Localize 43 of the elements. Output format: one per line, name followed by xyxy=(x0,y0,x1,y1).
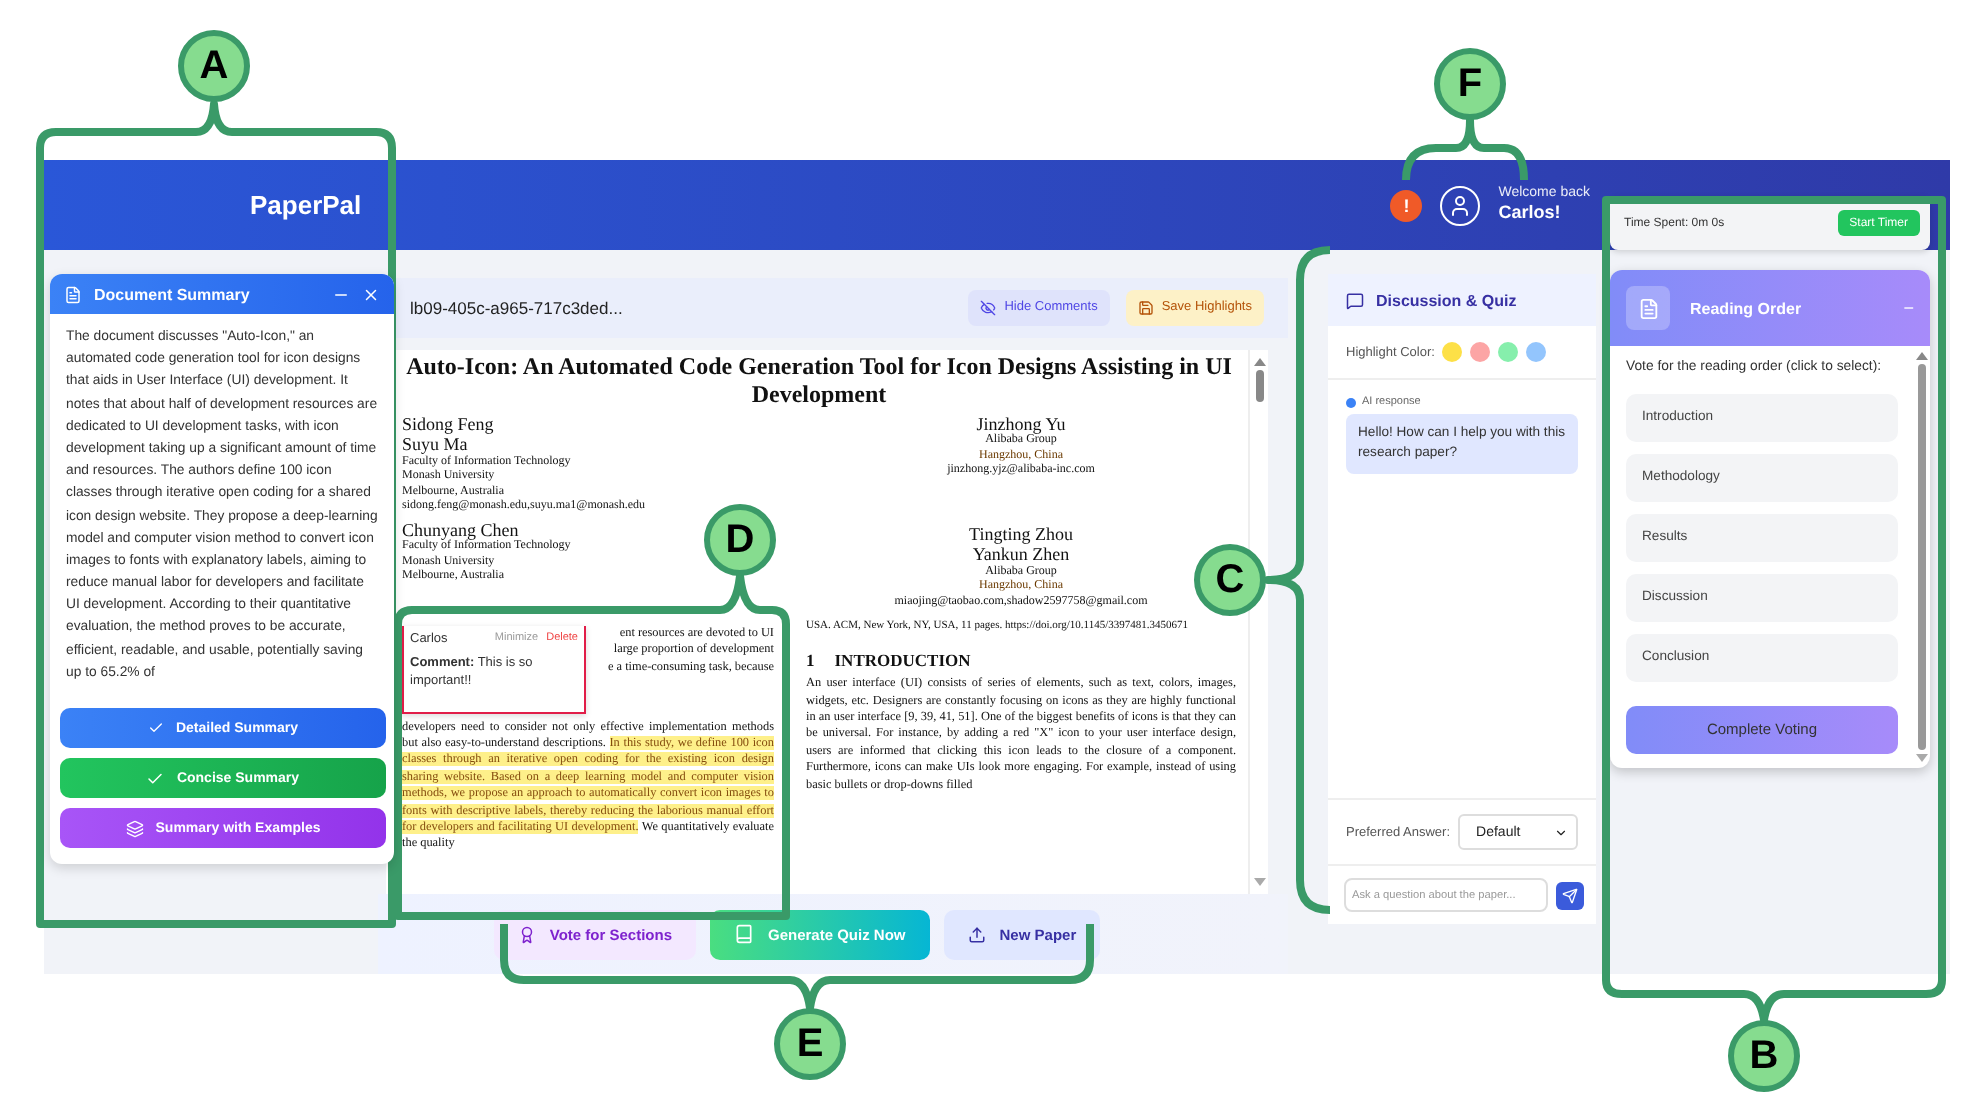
avatar-icon[interactable] xyxy=(1440,185,1481,225)
paper-title: Auto-Icon: An Automated Code Generation Tool for Icon Designs Assisting in UI Development xyxy=(404,351,1234,408)
send-button[interactable] xyxy=(1556,881,1584,909)
send-icon xyxy=(1562,887,1578,903)
document-icon xyxy=(1626,286,1670,330)
color-swatch[interactable] xyxy=(1526,342,1547,362)
callout-label: B xyxy=(1728,1020,1800,1092)
eye-off-icon xyxy=(980,299,997,316)
author-line: Yankun Zhen xyxy=(972,544,1070,565)
callout-label: A xyxy=(178,30,250,102)
author-line: Chunyang Chen xyxy=(402,519,519,540)
section-heading: INTRODUCTION xyxy=(834,650,971,671)
book-icon xyxy=(734,924,754,945)
collapse-button[interactable]: − xyxy=(1903,298,1914,318)
close-icon[interactable] xyxy=(362,285,380,303)
notification-icon[interactable]: ! xyxy=(1390,189,1423,221)
color-swatch[interactable] xyxy=(1498,342,1519,362)
section-number: 1 xyxy=(806,650,815,671)
panel-title: Reading Order xyxy=(1690,299,1804,317)
award-icon xyxy=(517,925,536,944)
callout-label: F xyxy=(1434,48,1506,120)
color-swatch[interactable] xyxy=(1470,342,1491,362)
check-icon xyxy=(146,769,165,787)
panel-title: Document Summary xyxy=(94,285,250,303)
panel-title: Discussion & Quiz xyxy=(1376,291,1517,309)
chevron-down-icon xyxy=(1554,825,1568,839)
bracket-line xyxy=(1402,116,1528,181)
document-icon xyxy=(64,285,82,303)
check-icon xyxy=(147,720,164,736)
ai-dot-icon xyxy=(1346,397,1356,407)
file-name: lb09-405c-a965-717c3ded... xyxy=(410,297,623,318)
author-line: Sidong Feng xyxy=(402,413,494,435)
color-swatch[interactable] xyxy=(1442,342,1463,362)
callout-label: E xyxy=(774,1008,846,1080)
user-name: Carlos! xyxy=(1498,202,1563,224)
author-line: Tingting Zhou xyxy=(969,523,1073,545)
upload-icon xyxy=(967,925,986,944)
save-icon xyxy=(1137,299,1154,316)
chat-icon xyxy=(1346,291,1364,309)
author-line: Jinzhong Yu xyxy=(976,413,1066,434)
author-line: Suyu Ma xyxy=(402,434,468,455)
app-title: PaperPal xyxy=(250,190,362,220)
layers-icon xyxy=(125,819,144,837)
